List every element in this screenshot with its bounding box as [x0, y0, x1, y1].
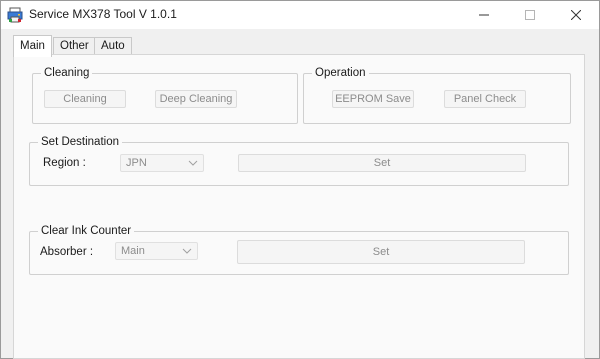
tab-other[interactable]: Other — [53, 37, 96, 55]
operation-group: Operation EEPROM Save Panel Check — [303, 67, 571, 124]
absorber-select[interactable]: Main — [115, 242, 198, 260]
close-button[interactable] — [553, 1, 599, 29]
absorber-select-value: Main — [121, 245, 145, 257]
absorber-label: Absorber : — [40, 246, 94, 258]
chevron-down-icon — [188, 160, 198, 166]
maximize-button[interactable] — [507, 1, 553, 29]
operation-legend: Operation — [315, 67, 366, 79]
printer-app-icon — [7, 7, 23, 23]
clear-ink-set-button[interactable]: Set — [237, 240, 525, 264]
window-title: Service MX378 Tool V 1.0.1 — [29, 7, 177, 21]
clear-ink-counter-group: Clear Ink Counter Absorber : Main Set — [29, 225, 569, 275]
cleaning-button[interactable]: Cleaning — [44, 90, 126, 108]
close-icon — [571, 10, 581, 20]
minimize-icon — [479, 14, 489, 16]
clear-ink-counter-legend: Clear Ink Counter — [41, 225, 132, 237]
set-destination-group: Set Destination Region : JPN Set — [29, 136, 569, 186]
cleaning-group: Cleaning Cleaning Deep Cleaning — [32, 67, 298, 124]
tab-main[interactable]: Main — [13, 35, 52, 57]
set-destination-legend: Set Destination — [41, 136, 119, 148]
region-select[interactable]: JPN — [120, 154, 204, 172]
tab-auto[interactable]: Auto — [94, 37, 132, 55]
maximize-icon — [525, 10, 535, 20]
client-area: Main Other Auto Cleaning Cleaning Deep C… — [1, 29, 599, 359]
app-window: Service MX378 Tool V 1.0.1 Main Other Au… — [0, 0, 600, 359]
minimize-button[interactable] — [461, 1, 507, 29]
main-tab-panel: Cleaning Cleaning Deep Cleaning Operatio… — [13, 54, 585, 359]
title-bar[interactable]: Service MX378 Tool V 1.0.1 — [1, 1, 599, 29]
region-select-value: JPN — [126, 157, 147, 169]
chevron-down-icon — [182, 248, 192, 254]
region-label: Region : — [43, 157, 86, 169]
eeprom-save-button[interactable]: EEPROM Save — [332, 90, 414, 108]
cleaning-legend: Cleaning — [44, 67, 90, 79]
set-destination-button[interactable]: Set — [238, 154, 526, 172]
panel-check-button[interactable]: Panel Check — [444, 90, 526, 108]
deep-cleaning-button[interactable]: Deep Cleaning — [155, 90, 237, 108]
